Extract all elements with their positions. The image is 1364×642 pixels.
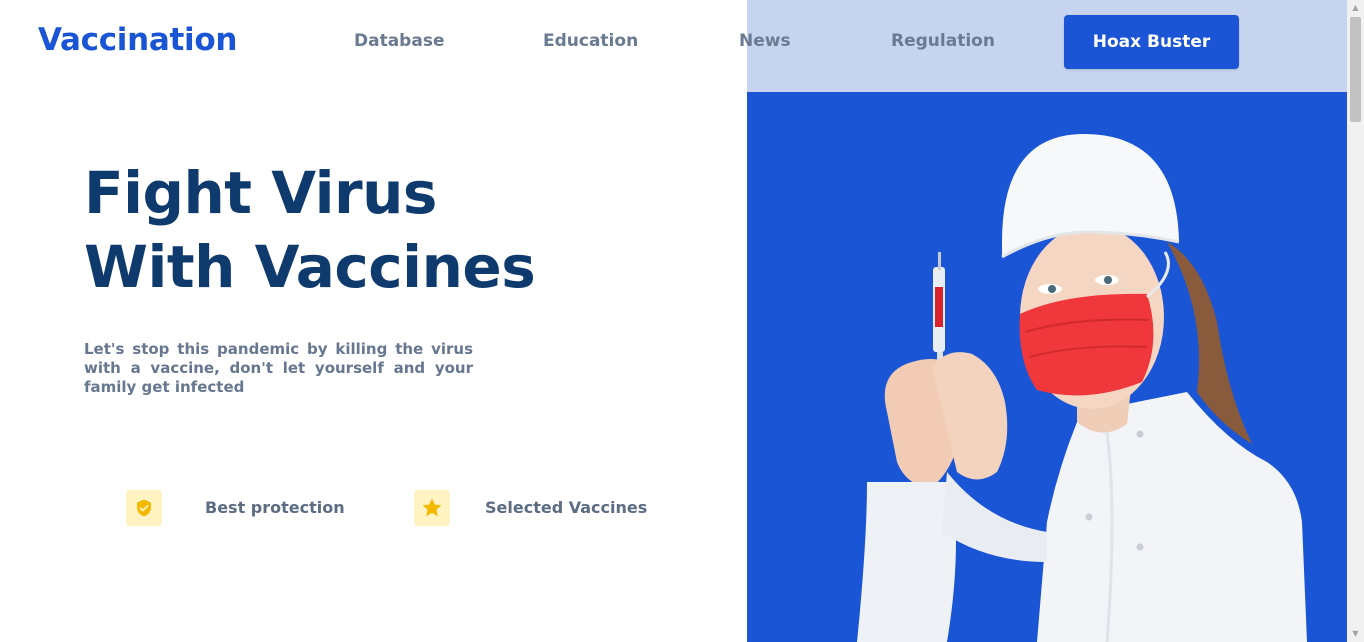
scroll-down-arrow-icon[interactable]: ▼ [1347,626,1364,642]
nav-link-news[interactable]: News [739,31,791,51]
star-icon [414,490,450,526]
shield-check-icon [126,490,162,526]
logo[interactable]: Vaccination [38,22,237,58]
nav-link-regulation[interactable]: Regulation [891,31,995,51]
hero-image-top-band [747,0,1347,92]
headline-line-1: Fight Virus [84,159,437,227]
hero-headline: Fight Virus With Vaccines [84,156,536,304]
feature-label-selected-vaccines: Selected Vaccines [485,498,648,517]
scrollbar-thumb[interactable] [1350,17,1361,122]
nav-link-education[interactable]: Education [543,31,638,51]
nav-link-database[interactable]: Database [354,31,444,51]
nurse-with-syringe-illustration [857,133,1307,642]
feature-label-best-protection: Best protection [205,498,345,517]
hero-subtext: Let's stop this pandemic by killing the … [84,340,473,396]
vertical-scrollbar[interactable]: ▲ ▼ [1347,0,1364,642]
scroll-up-arrow-icon[interactable]: ▲ [1347,0,1364,16]
hero-image [747,92,1347,642]
headline-line-2: With Vaccines [84,233,536,301]
hoax-buster-button[interactable]: Hoax Buster [1064,15,1239,69]
